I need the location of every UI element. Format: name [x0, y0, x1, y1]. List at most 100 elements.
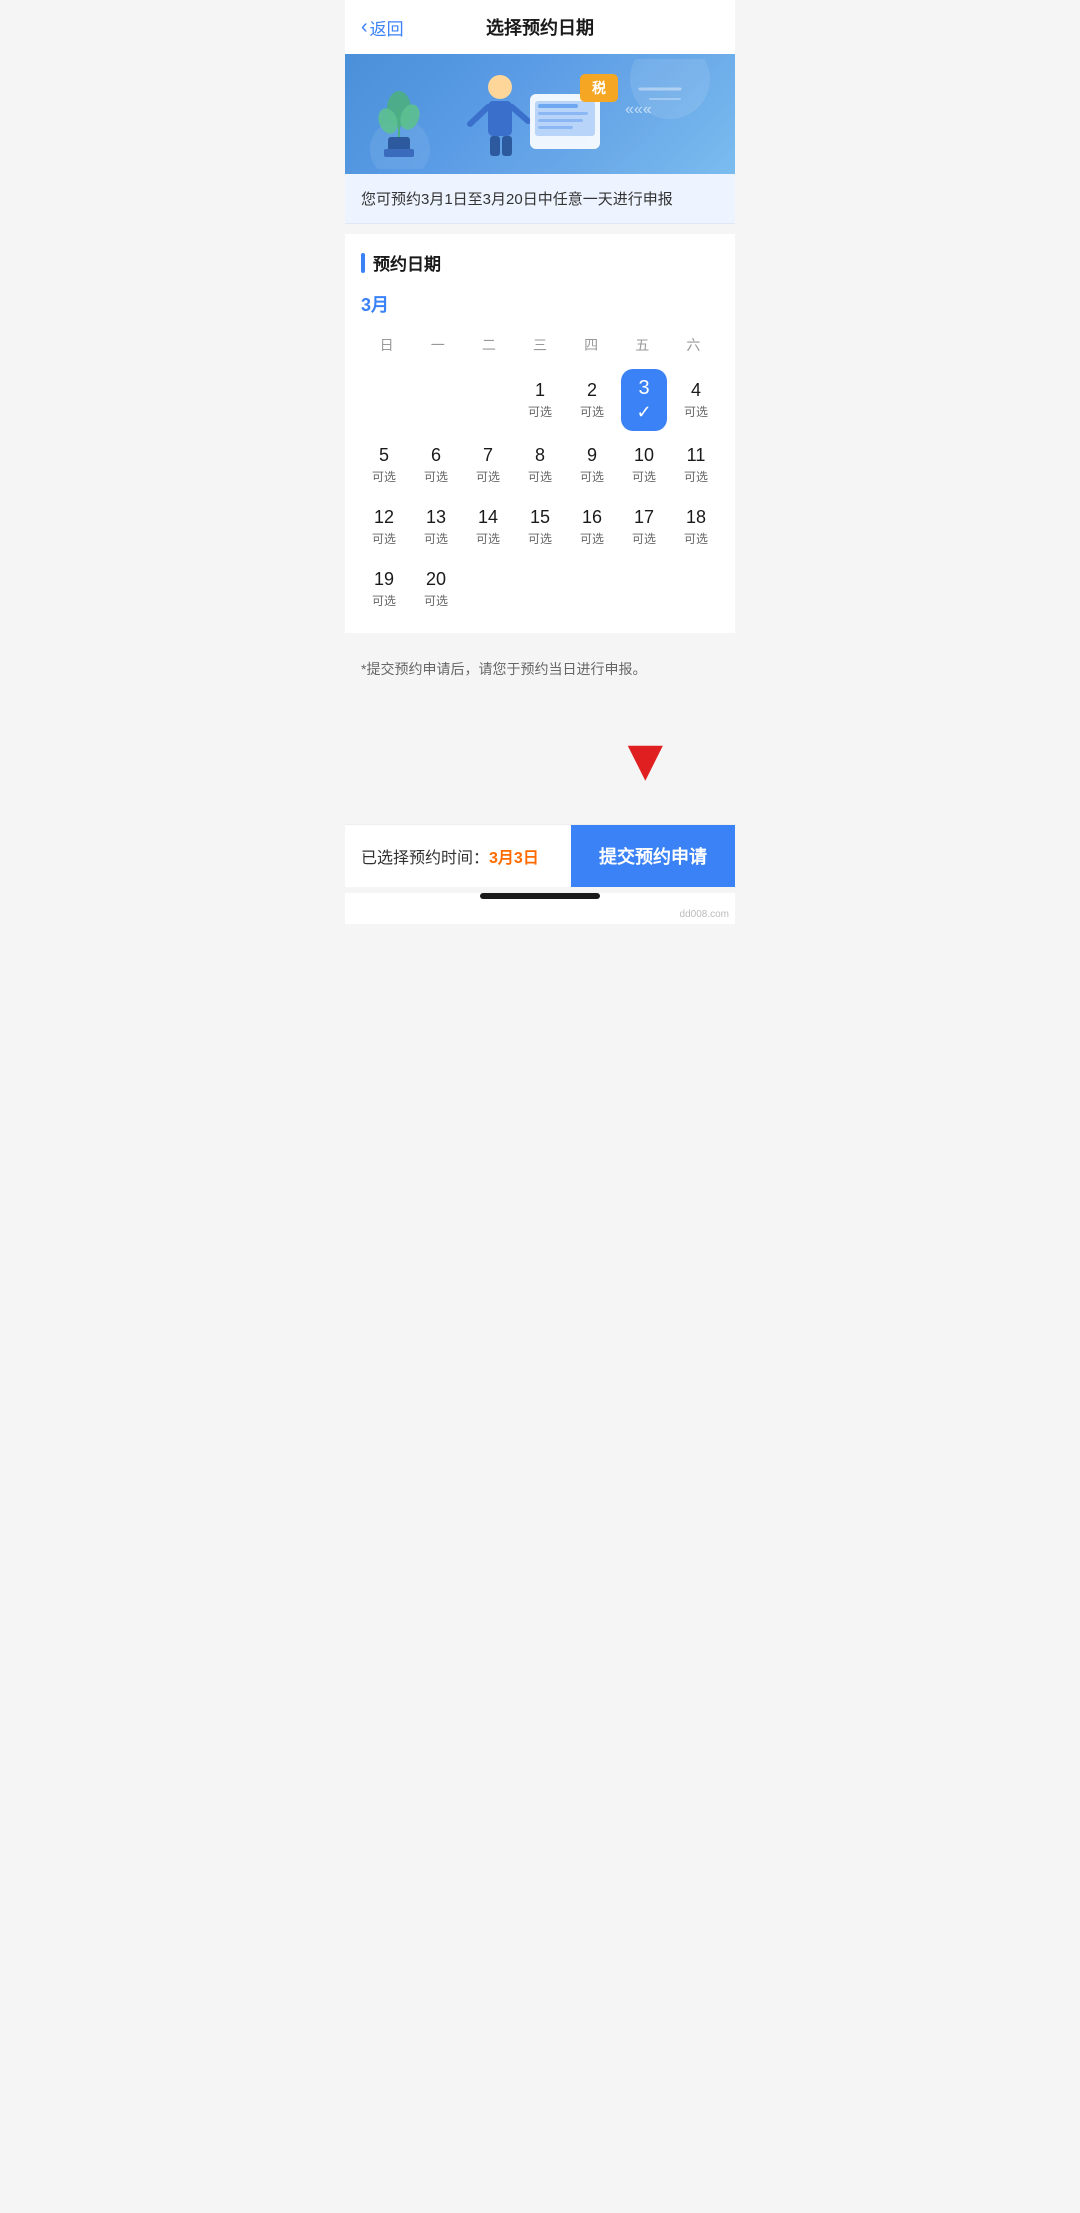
day-status: 可选	[580, 403, 604, 420]
calendar-day[interactable]: 8 可选	[517, 437, 563, 493]
day-status: 可选	[632, 468, 656, 485]
weekday-tue: 二	[463, 329, 514, 361]
section-title-text: 预约日期	[373, 250, 441, 275]
calendar-day[interactable]: 16 可选	[569, 499, 615, 555]
calendar-day-empty	[465, 561, 511, 617]
calendar-day-empty	[517, 561, 563, 617]
day-number: 8	[535, 445, 545, 466]
day-number: 3	[638, 377, 649, 400]
bottom-bar: 已选择预约时间：3月3日 提交预约申请	[345, 824, 735, 887]
calendar-day[interactable]: 12 可选	[361, 499, 407, 555]
weekday-fri: 五	[617, 329, 668, 361]
page-title: 选择预约日期	[486, 14, 594, 40]
footer-note-text: *提交预约申请后，请您于预约当日进行申报。	[361, 661, 646, 677]
day-status: 可选	[424, 592, 448, 609]
day-status: 可选	[528, 530, 552, 547]
day-number: 2	[587, 380, 597, 401]
selected-time-info: 已选择预约时间：3月3日	[345, 826, 571, 886]
day-number: 6	[431, 445, 441, 466]
calendar-day[interactable]: 17 可选	[621, 499, 667, 555]
selected-time-date: 3月3日	[489, 850, 539, 867]
selected-time-label: 已选择预约时间：	[361, 850, 489, 867]
day-status: 可选	[528, 403, 552, 420]
calendar-day[interactable]: 11 可选	[673, 437, 719, 493]
back-label: 返回	[370, 15, 404, 40]
back-button[interactable]: ‹ 返回	[361, 15, 404, 40]
day-status: 可选	[424, 468, 448, 485]
calendar-day[interactable]: 19 可选	[361, 561, 407, 617]
calendar-weekdays: 日 一 二 三 四 五 六	[361, 329, 719, 361]
banner-illustration: 税 «««	[370, 59, 710, 169]
day-number: 12	[374, 507, 394, 528]
down-arrow-icon: ▼	[616, 725, 675, 794]
day-number: 17	[634, 507, 654, 528]
day-status: 可选	[632, 530, 656, 547]
weekday-sat: 六	[668, 329, 719, 361]
day-status: 可选	[684, 530, 708, 547]
back-chevron-icon: ‹	[361, 16, 368, 39]
calendar-day[interactable]: 13 可选	[413, 499, 459, 555]
calendar-day[interactable]: 18可选	[673, 499, 719, 555]
calendar-day[interactable]: 6 可选	[413, 437, 459, 493]
calendar-day[interactable]: 10 可选	[621, 437, 667, 493]
calendar-day-empty	[413, 369, 459, 431]
svg-text:«««: «««	[625, 101, 652, 118]
calendar-day[interactable]: 14 可选	[465, 499, 511, 555]
day-status: 可选	[476, 468, 500, 485]
day-status: 可选	[476, 530, 500, 547]
weekday-mon: 一	[412, 329, 463, 361]
banner: 税 «««	[345, 54, 735, 174]
day-number: 11	[687, 445, 706, 466]
notice-bar: 您可预约3月1日至3月20日中任意一天进行申报	[345, 174, 735, 224]
title-bar-accent	[361, 253, 365, 273]
day-status: 可选	[372, 592, 396, 609]
day-number: 1	[535, 380, 545, 401]
notice-text: 您可预约3月1日至3月20日中任意一天进行申报	[361, 191, 673, 208]
watermark: dd008.com	[680, 909, 729, 920]
submit-button[interactable]: 提交预约申请	[571, 825, 735, 887]
day-number: 5	[379, 445, 389, 466]
day-number: 9	[587, 445, 597, 466]
home-indicator	[480, 893, 600, 899]
arrow-container: ▼	[345, 695, 735, 824]
day-number: 14	[478, 507, 498, 528]
day-status: 可选	[580, 468, 604, 485]
calendar-day-empty	[673, 561, 719, 617]
calendar-day-empty	[361, 369, 407, 431]
day-status: 可选	[372, 530, 396, 547]
day-status: 可选	[684, 403, 708, 420]
weekday-thu: 四	[566, 329, 617, 361]
calendar-day[interactable]: 3✓	[621, 369, 667, 431]
day-number: 4	[691, 380, 701, 401]
day-status: 可选	[528, 468, 552, 485]
day-status: 可选	[372, 468, 396, 485]
svg-text:税: 税	[592, 80, 606, 96]
calendar-day[interactable]: 20 可选	[413, 561, 459, 617]
day-number: 13	[426, 507, 446, 528]
calendar-section: 预约日期 3月 日 一 二 三 四 五 六 1可选2可选3✓4可选5可选6可选7…	[345, 234, 735, 633]
day-number: 7	[483, 445, 493, 466]
section-title: 预约日期	[361, 250, 719, 275]
day-status: 可选	[424, 530, 448, 547]
calendar-day[interactable]: 4 可选	[673, 369, 719, 431]
weekday-sun: 日	[361, 329, 412, 361]
selected-check-icon: ✓	[636, 402, 651, 423]
calendar-day-empty	[569, 561, 615, 617]
day-status: 可选	[580, 530, 604, 547]
calendar-month: 3月	[361, 291, 719, 317]
calendar-day-empty	[465, 369, 511, 431]
weekday-wed: 三	[514, 329, 565, 361]
day-status: 可选	[684, 468, 708, 485]
day-number: 19	[374, 569, 394, 590]
day-number: 10	[634, 445, 654, 466]
calendar-day[interactable]: 7 可选	[465, 437, 511, 493]
header: ‹ 返回 选择预约日期	[345, 0, 735, 54]
day-number: 16	[582, 507, 602, 528]
calendar-day[interactable]: 2 可选	[569, 369, 615, 431]
calendar-day[interactable]: 9 可选	[569, 437, 615, 493]
footer-note: *提交预约申请后，请您于预约当日进行申报。	[345, 643, 735, 695]
calendar-day[interactable]: 15可选	[517, 499, 563, 555]
day-number: 20	[426, 569, 446, 590]
calendar-day[interactable]: 1 可选	[517, 369, 563, 431]
calendar-day[interactable]: 5 可选	[361, 437, 407, 493]
